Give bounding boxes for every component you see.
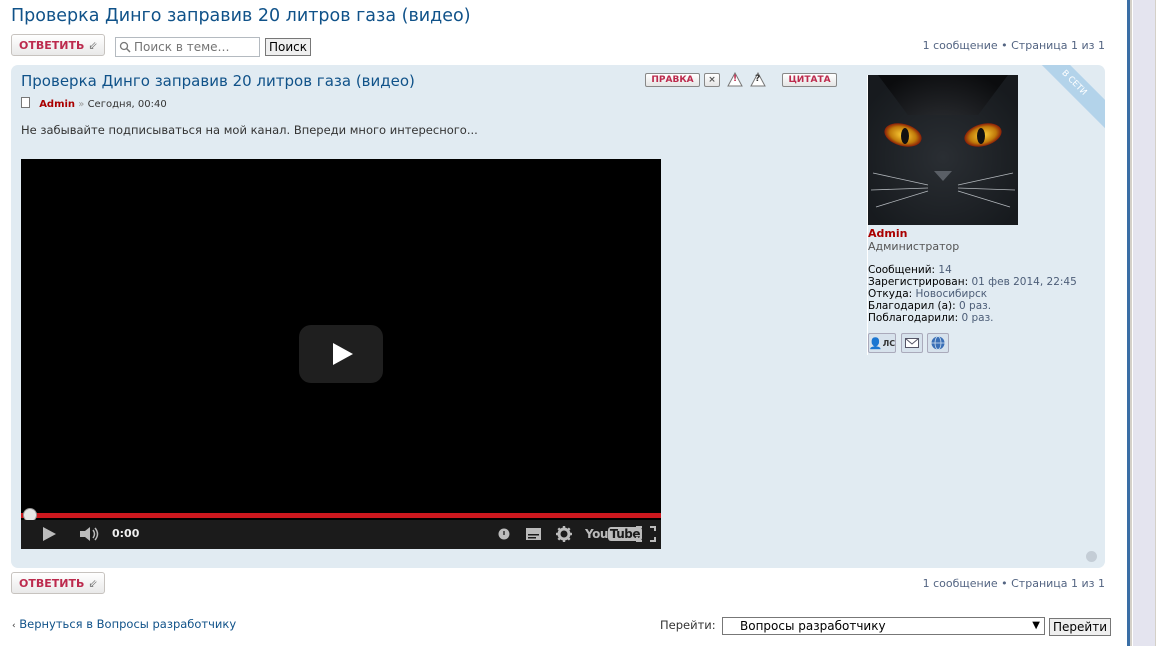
stat-row: Благодарил (а): 0 раз.: [868, 300, 1077, 312]
stat-value: 0 раз.: [961, 312, 994, 324]
reply-button-bottom[interactable]: ОТВЕТИТЬ ⇙: [11, 572, 105, 594]
user-profile: Admin Администратор Сообщений: 14 Зареги…: [867, 75, 1098, 355]
jump-label: Перейти:: [660, 618, 716, 632]
video-player[interactable]: 0:00 You Tube: [21, 159, 661, 549]
stat-value: 01 фев 2014, 22:45: [971, 276, 1077, 288]
watch-later-icon[interactable]: [498, 528, 510, 540]
post-text: Не забывайте подписываться на мой канал.…: [21, 123, 478, 137]
post-container: Проверка Динго заправив 20 литров газа (…: [11, 65, 1105, 568]
back-to-top-icon[interactable]: [1086, 551, 1097, 562]
profile-username[interactable]: Admin: [868, 227, 907, 240]
pagination-top: 1 сообщение • Страница 1 из 1: [922, 39, 1105, 52]
edit-button-label: ПРАВКА: [651, 75, 694, 85]
post-time: Сегодня, 00:40: [87, 99, 167, 110]
jump-select[interactable]: Вопросы разработчику ▼: [722, 617, 1045, 635]
back-to-forum-link[interactable]: ‹ Вернуться в Вопросы разработчику: [12, 617, 236, 631]
stat-row: Зарегистрирован: 01 фев 2014, 22:45: [868, 276, 1077, 288]
play-large-icon[interactable]: [299, 325, 383, 383]
jump-button[interactable]: Перейти: [1049, 618, 1111, 636]
stat-label: Зарегистрирован:: [868, 276, 969, 288]
stat-row: Сообщений: 14: [868, 264, 1077, 276]
report-icon-glyph: !: [733, 74, 738, 84]
play-icon[interactable]: [41, 526, 57, 542]
reply-arrow-icon: ⇙: [88, 576, 98, 590]
post-author-line: Admin » Сегодня, 00:40: [21, 97, 167, 110]
website-globe-icon[interactable]: [927, 333, 949, 353]
scrollbar-thumb[interactable]: [1132, 0, 1155, 646]
info-icon[interactable]: ?: [750, 72, 766, 87]
stat-row: Откуда: Новосибирск: [868, 288, 1077, 300]
captions-icon[interactable]: [526, 528, 541, 540]
delete-icon[interactable]: ×: [704, 73, 720, 87]
window-scrollbar[interactable]: [1127, 0, 1156, 646]
report-icon[interactable]: !: [727, 72, 743, 87]
search-button[interactable]: Поиск: [265, 38, 312, 56]
stat-label: Откуда:: [868, 288, 913, 300]
info-icon-glyph: ?: [755, 74, 761, 84]
fullscreen-icon[interactable]: [636, 526, 656, 542]
jump-selected-value: Вопросы разработчику: [740, 619, 886, 633]
reply-button-label: ОТВЕТИТЬ: [19, 38, 85, 52]
edit-button[interactable]: ПРАВКА: [645, 73, 700, 87]
pagination-bottom: 1 сообщение • Страница 1 из 1: [922, 577, 1105, 590]
youtube-logo-text: You: [585, 527, 608, 541]
search-icon: [119, 41, 131, 53]
post-author[interactable]: Admin: [39, 99, 75, 110]
user-icon: 👤: [868, 336, 883, 350]
reply-button-label: ОТВЕТИТЬ: [19, 576, 85, 590]
volume-icon[interactable]: [79, 526, 101, 542]
post-icon: [21, 97, 30, 108]
email-icon[interactable]: [901, 333, 923, 353]
video-progress-bar[interactable]: [21, 513, 661, 518]
pm-button[interactable]: 👤 ЛС: [868, 333, 896, 353]
pm-label: ЛС: [882, 338, 896, 348]
page-title[interactable]: Проверка Динго заправив 20 литров газа (…: [11, 6, 471, 26]
settings-gear-icon[interactable]: [556, 526, 572, 542]
profile-rank: Администратор: [868, 240, 960, 253]
video-controls: 0:00 You Tube: [21, 520, 661, 549]
quote-button-label: ЦИТАТА: [788, 75, 831, 85]
reply-arrow-icon: ⇙: [88, 38, 98, 52]
quote-button[interactable]: ЦИТАТА: [782, 73, 837, 87]
author-separator: »: [78, 99, 85, 110]
stat-value: Новосибирск: [915, 288, 988, 300]
stat-row: Поблагодарили: 0 раз.: [868, 312, 1077, 324]
reply-button[interactable]: ОТВЕТИТЬ ⇙: [11, 34, 105, 56]
stat-value: 0 раз.: [959, 300, 992, 312]
profile-stats: Сообщений: 14 Зарегистрирован: 01 фев 20…: [868, 264, 1077, 324]
search-input-wrapper[interactable]: [115, 37, 260, 57]
avatar[interactable]: [868, 75, 1018, 225]
post-title[interactable]: Проверка Динго заправив 20 литров газа (…: [21, 72, 415, 90]
chevron-down-icon: ▼: [1032, 620, 1040, 631]
stat-label: Благодарил (а):: [868, 300, 956, 312]
back-link-label: Вернуться в Вопросы разработчику: [19, 617, 237, 631]
chevron-left-icon: ‹: [12, 621, 16, 631]
video-time: 0:00: [112, 527, 140, 540]
stat-value: 14: [938, 264, 952, 276]
stat-label: Поблагодарили:: [868, 312, 959, 324]
youtube-logo-icon[interactable]: You Tube: [585, 527, 643, 541]
search-input[interactable]: [131, 40, 254, 54]
stat-label: Сообщений:: [868, 264, 936, 276]
